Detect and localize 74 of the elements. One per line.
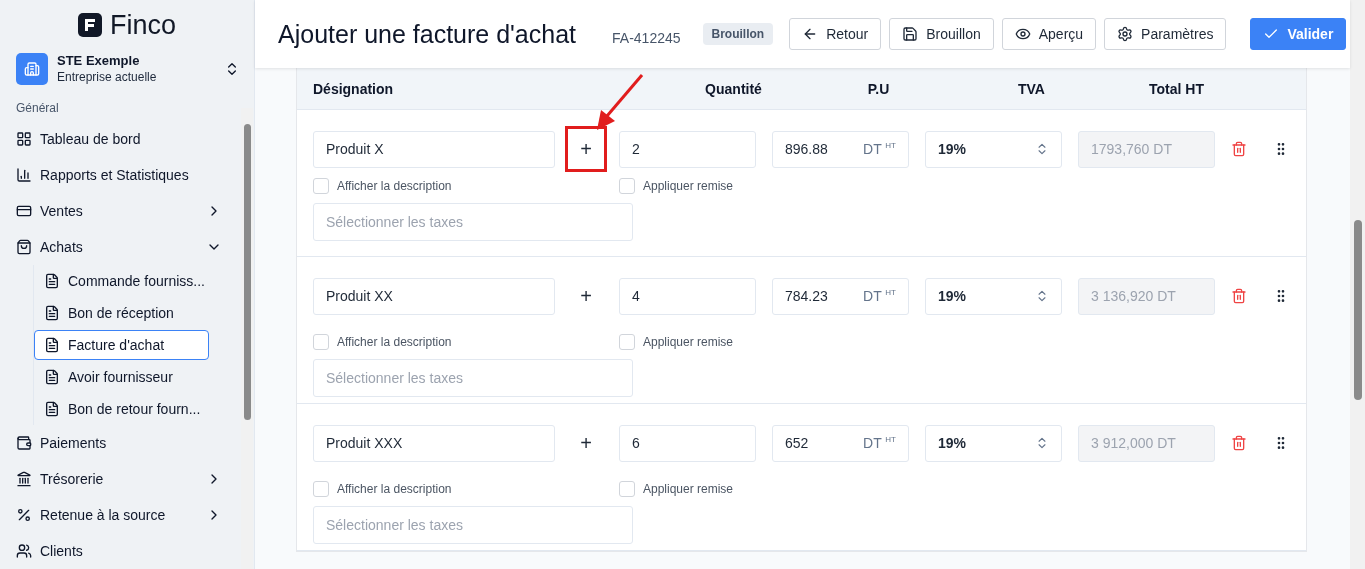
price-field[interactable]: 896.88 DT $^{HT}$ [772,130,909,168]
quantity-field[interactable]: 2 [619,130,756,168]
total-field: 1793,760 DT [1078,130,1215,168]
company-subtitle: Entreprise actuelle [57,70,158,85]
column-header: Quantité [704,80,763,97]
quantity-field[interactable]: 4 [619,277,756,315]
document-icon [44,401,60,417]
toolbar-button[interactable]: Retour [789,18,882,50]
nav-subitem[interactable]: Commande fourniss... [34,266,209,296]
total-field: 3 136,920 DT [1078,277,1215,315]
nav-icon [16,507,32,523]
nav-item[interactable]: Trésorerie [16,461,222,497]
discount-checkbox[interactable]: Appliquer remise [619,334,819,350]
nav-item[interactable]: Ventes [16,193,222,229]
nav-icon [16,435,32,451]
discount-checkbox[interactable]: Appliquer remise [619,178,819,194]
toolbar-button[interactable]: Brouillon [889,18,994,50]
add-button[interactable]: + [565,273,607,319]
designation-field[interactable]: Produit X [313,130,555,168]
designation-field[interactable]: Produit XXX [313,424,555,462]
nav-item[interactable]: Rapports et Statistiques [16,157,222,193]
description-checkbox[interactable]: Afficher la description [313,481,619,497]
scrollbar[interactable] [1350,0,1365,569]
eye-icon [1014,26,1031,42]
scrollbar[interactable] [241,108,253,569]
section-label: Général [16,101,60,115]
nav-subitem[interactable]: Facture d'achat [34,330,209,360]
nav-icon [16,167,32,183]
designation-field[interactable]: Produit XX [313,277,555,315]
nav-subitem[interactable]: Avoir fournisseur [34,362,209,392]
nav-icon [16,543,32,559]
document-icon [44,337,60,353]
column-header: Désignation [313,80,395,97]
building-icon [16,52,48,85]
description-checkbox[interactable]: Afficher la description [313,178,619,194]
invoice-number: FA-412245 [612,30,681,46]
logo-text: Finco [110,9,176,41]
column-header: P.U [866,80,891,97]
nav-icon [16,131,32,147]
description-checkbox[interactable]: Afficher la description [313,334,619,350]
settings-icon [1117,26,1134,42]
nav-item[interactable]: Retenue à la source [16,497,222,533]
add-button[interactable]: + [565,126,607,172]
nav-item[interactable]: Paiements [16,425,222,461]
quantity-field[interactable]: 6 [619,424,756,462]
toolbar-button[interactable]: Valider [1250,18,1347,50]
nav-icon [16,203,32,219]
document-icon [44,305,60,321]
total-field: 3 912,000 DT [1078,424,1215,462]
add-button[interactable]: + [565,420,607,466]
document-icon [44,369,60,385]
column-header: Total HT [1148,80,1205,97]
vat-select[interactable]: 19% [925,424,1062,462]
page-title: Ajouter une facture d'achat [278,19,577,49]
vat-select[interactable]: 19% [925,277,1062,315]
logo-icon [78,13,102,38]
company-name: STE Exemple [57,53,141,69]
document-icon [44,273,60,289]
nav-item[interactable]: Achats [16,229,222,265]
discount-checkbox[interactable]: Appliquer remise [619,481,819,497]
price-field[interactable]: 784.23 DT $^{HT}$ [772,277,909,315]
save-icon [902,26,919,42]
toolbar-button[interactable]: Aperçu [1001,18,1097,50]
nav-item[interactable]: Clients [16,533,222,569]
status-badge: Brouillon [702,23,774,45]
nav-subitem[interactable]: Bon de retour fourn... [34,394,209,424]
price-field[interactable]: 652 DT $^{HT}$ [772,424,909,462]
nav-icon [16,471,32,487]
nav-item[interactable]: Tableau de bord [16,121,222,157]
nav-icon [16,239,32,255]
vat-select[interactable]: 19% [925,130,1062,168]
nav-subitem[interactable]: Bon de réception [34,298,209,328]
column-header: TVA [1017,80,1046,97]
toolbar-button[interactable]: Paramètres [1104,18,1227,50]
